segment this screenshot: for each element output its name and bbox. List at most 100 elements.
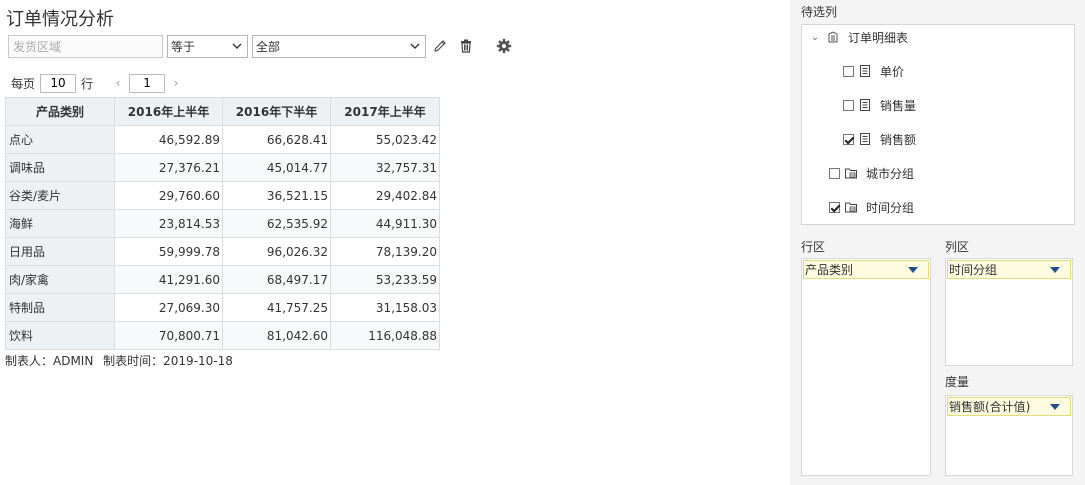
- tree-item-unit-price[interactable]: 单价: [843, 62, 904, 80]
- dropdown-triangle-icon[interactable]: [908, 267, 918, 273]
- trash-icon: [461, 39, 471, 53]
- chevron-down-icon[interactable]: ⌄: [810, 32, 820, 43]
- value-cell: 116,048.88: [330, 321, 440, 350]
- operator-select[interactable]: 等于: [167, 35, 248, 58]
- candidate-tree: ⌄ 订单明细表 单价 销售量 销售额 城市分组 时间分组: [801, 24, 1075, 225]
- checkbox[interactable]: [829, 167, 840, 179]
- table-row: 海鲜 23,814.53 62,535.92 44,911.30: [5, 209, 440, 238]
- delete-filter-button[interactable]: [457, 37, 475, 55]
- per-page-label: 每页: [11, 76, 36, 91]
- value-cell: 27,069.30: [114, 293, 223, 322]
- column-header: 2016年下半年: [222, 97, 331, 126]
- column-header: 2016年上半年: [114, 97, 223, 126]
- chevron-down-icon: [232, 43, 242, 49]
- row-zone-label: 行区: [801, 240, 826, 254]
- row-field-pill[interactable]: 产品类别: [803, 260, 929, 279]
- value-cell: 31,158.03: [330, 293, 440, 322]
- area-filter-input[interactable]: [8, 35, 163, 58]
- chevron-down-icon: [410, 43, 420, 49]
- value-cell: 46,592.89: [114, 125, 223, 154]
- checkbox[interactable]: [843, 65, 854, 77]
- table-row: 谷类/麦片 29,760.60 36,521.15 29,402.84: [5, 181, 440, 210]
- measure-field-pill[interactable]: 销售额(合计值): [947, 397, 1071, 416]
- filter-bar: 等于 全部: [7, 35, 527, 59]
- col-zone[interactable]: 时间分组: [945, 258, 1073, 366]
- category-cell: 海鲜: [5, 209, 115, 238]
- tree-item-sales-amount[interactable]: 销售额: [843, 130, 916, 148]
- value-cell: 29,760.60: [114, 181, 223, 210]
- category-cell: 特制品: [5, 293, 115, 322]
- table-row: 调味品 27,376.21 45,014.77 32,757.31: [5, 153, 440, 182]
- tree-item-label: 销售量: [880, 98, 917, 113]
- table-header-row: 产品类别 2016年上半年 2016年下半年 2017年上半年: [5, 97, 440, 126]
- tree-item-label: 单价: [880, 64, 905, 79]
- field-panel: 待选列 ⌄ 订单明细表 单价 销售量 销售额 城市分组 时间分组 行区 产品类别…: [790, 0, 1085, 485]
- measure-zone[interactable]: 销售额(合计值): [945, 395, 1073, 476]
- value-cell: 27,376.21: [114, 153, 223, 182]
- dropdown-triangle-icon[interactable]: [1050, 267, 1060, 273]
- value-cell: 44,911.30: [330, 209, 440, 238]
- measure-zone-label: 度量: [945, 375, 970, 389]
- value-cell: 29,402.84: [330, 181, 440, 210]
- tree-item-quantity[interactable]: 销售量: [843, 96, 916, 114]
- value-cell: 81,042.60: [222, 321, 331, 350]
- report-footer: 制表人：ADMIN 制表时间：2019-10-18: [5, 352, 239, 369]
- value-cell: 41,291.60: [114, 265, 223, 294]
- category-cell: 谷类/麦片: [5, 181, 115, 210]
- category-cell: 点心: [5, 125, 115, 154]
- row-zone[interactable]: 产品类别: [801, 258, 931, 476]
- tree-node-root[interactable]: ⌄ 订单明细表: [810, 28, 908, 46]
- pager: 每页 行 ‹ ›: [11, 73, 183, 93]
- value-cell: 53,233.59: [330, 265, 440, 294]
- checkbox[interactable]: [843, 99, 854, 111]
- value-cell: 62,535.92: [222, 209, 331, 238]
- field-doc-icon: [860, 65, 870, 77]
- rows-label: 行: [81, 76, 94, 91]
- value-cell: 32,757.31: [330, 153, 440, 182]
- column-header: 2017年上半年: [330, 97, 440, 126]
- table-row: 肉/家禽 41,291.60 68,497.17 53,233.59: [5, 265, 440, 294]
- candidates-label: 待选列: [801, 5, 838, 19]
- value-cell: 41,757.25: [222, 293, 331, 322]
- value-cell: 68,497.17: [222, 265, 331, 294]
- value-select-value: 全部: [256, 40, 281, 54]
- edit-filter-button[interactable]: [431, 37, 449, 55]
- group-folder-icon: [845, 168, 857, 179]
- checkbox-checked[interactable]: [843, 133, 854, 145]
- tree-root-label: 订单明细表: [848, 30, 909, 45]
- prev-page-button[interactable]: ‹: [111, 76, 125, 90]
- value-cell: 36,521.15: [222, 181, 331, 210]
- category-cell: 饮料: [5, 321, 115, 350]
- table-row: 饮料 70,800.71 81,042.60 116,048.88: [5, 321, 440, 350]
- value-cell: 96,026.32: [222, 237, 331, 266]
- field-doc-icon: [860, 99, 870, 111]
- page-number-input[interactable]: [129, 73, 166, 93]
- value-cell: 66,628.41: [222, 125, 331, 154]
- tree-group-label: 时间分组: [866, 200, 915, 215]
- value-cell: 70,800.71: [114, 321, 223, 350]
- report-table: 产品类别 2016年上半年 2016年下半年 2017年上半年 点心 46,59…: [5, 97, 440, 350]
- value-cell: 23,814.53: [114, 209, 223, 238]
- table-row: 点心 46,592.89 66,628.41 55,023.42: [5, 125, 440, 154]
- report-time: 制表时间：2019-10-18: [103, 354, 233, 368]
- field-doc-icon: [860, 133, 870, 145]
- tree-item-label: 销售额: [880, 132, 917, 147]
- col-zone-label: 列区: [945, 240, 970, 254]
- table-row: 特制品 27,069.30 41,757.25 31,158.03: [5, 293, 440, 322]
- settings-button[interactable]: [495, 37, 513, 55]
- value-select[interactable]: 全部: [252, 35, 426, 58]
- value-cell: 55,023.42: [330, 125, 440, 154]
- per-page-input[interactable]: [40, 73, 77, 93]
- tree-group-time[interactable]: 时间分组: [829, 198, 914, 216]
- dropdown-triangle-icon[interactable]: [1050, 404, 1060, 410]
- category-cell: 肉/家禽: [5, 265, 115, 294]
- value-cell: 45,014.77: [222, 153, 331, 182]
- category-cell: 调味品: [5, 153, 115, 182]
- tree-group-city[interactable]: 城市分组: [829, 164, 914, 182]
- next-page-button[interactable]: ›: [169, 76, 183, 90]
- checkbox-checked[interactable]: [829, 201, 840, 213]
- operator-select-value: 等于: [171, 40, 196, 54]
- report-maker: 制表人：ADMIN: [5, 354, 94, 368]
- pencil-icon: [434, 40, 446, 52]
- col-field-pill[interactable]: 时间分组: [947, 260, 1071, 279]
